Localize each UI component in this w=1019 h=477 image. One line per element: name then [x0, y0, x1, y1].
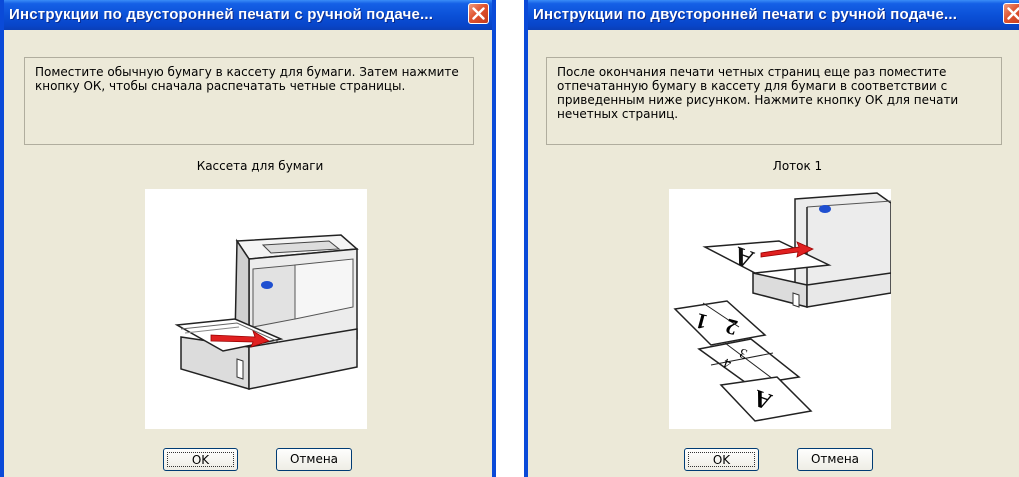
illustration-caption: Лоток 1: [772, 159, 823, 173]
cancel-button[interactable]: Отмена: [797, 448, 873, 471]
duplex-instructions-dialog-2: Инструкции по двусторонней печати с ручн…: [524, 0, 1019, 477]
paper-cassette-illustration: [145, 189, 367, 429]
close-button[interactable]: [468, 3, 489, 24]
ok-button-label: OK: [688, 452, 755, 467]
ok-button[interactable]: OK: [163, 448, 238, 471]
title-bar[interactable]: Инструкции по двусторонней печати с ручн…: [528, 0, 1019, 30]
ok-button[interactable]: OK: [684, 448, 759, 471]
close-button[interactable]: [1003, 3, 1019, 24]
dialog-title: Инструкции по двусторонней печати с ручн…: [533, 6, 958, 23]
cancel-button[interactable]: Отмена: [276, 448, 352, 471]
instruction-message: После окончания печати четных страниц ещ…: [546, 57, 1002, 145]
illustration-caption: Кассета для бумаги: [196, 159, 324, 173]
tray1-illustration: A 1 2 3 4 A: [669, 189, 892, 429]
dialog-title: Инструкции по двусторонней печати с ручн…: [9, 6, 434, 23]
instruction-message: Поместите обычную бумагу в кассету для б…: [24, 57, 474, 145]
duplex-instructions-dialog-1: Инструкции по двусторонней печати с ручн…: [0, 0, 496, 477]
close-icon: [472, 7, 485, 20]
ok-button-label: OK: [167, 452, 234, 467]
close-icon: [1007, 7, 1019, 20]
title-bar[interactable]: Инструкции по двусторонней печати с ручн…: [4, 0, 492, 30]
printer-led: [261, 281, 273, 289]
printer-led: [819, 205, 831, 213]
